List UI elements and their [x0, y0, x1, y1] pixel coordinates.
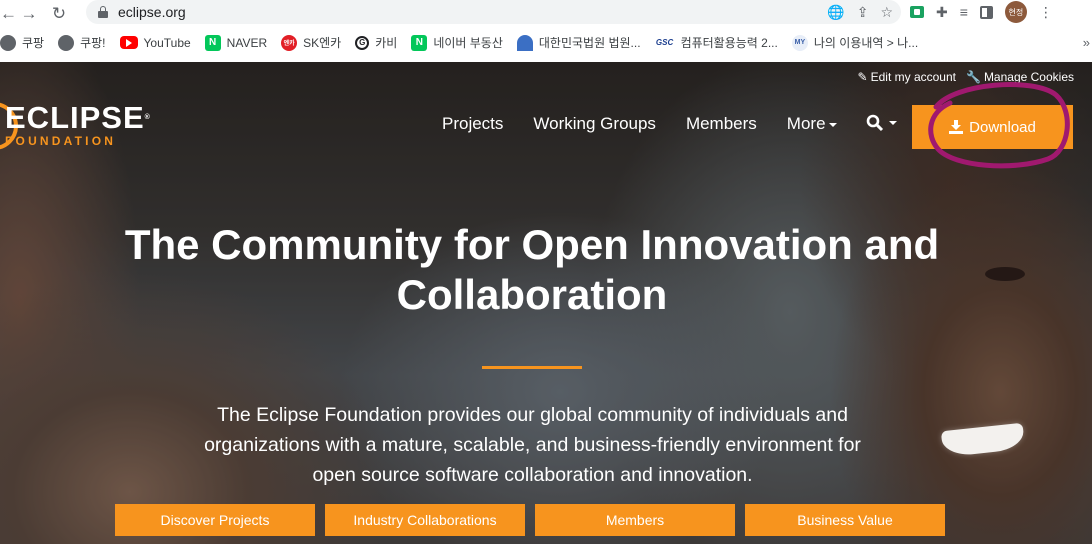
download-button[interactable]: Download [912, 105, 1073, 149]
my-usage-icon: MY [791, 34, 808, 51]
naver-icon: N [411, 34, 428, 51]
side-panel-icon[interactable] [979, 5, 993, 19]
bookmark-item[interactable]: N 네이버 부동산 [411, 34, 503, 51]
extension-green-icon[interactable] [910, 6, 924, 18]
bookmark-item[interactable]: YouTube [119, 36, 191, 50]
eclipse-homepage: ✎ Edit my account 🔧 Manage Cookies ECLIPSE… [0, 62, 1092, 544]
bookmarks-bar: 쿠팡 쿠팡! YouTube N NAVER 엔카 SK엔카 G 카비 N 네이버 부동… [0, 28, 1092, 57]
cta-buttons: Discover Projects Industry Collaboration… [115, 504, 945, 536]
caret-down-icon [889, 121, 897, 125]
globe-icon [58, 34, 75, 51]
bookmark-item[interactable]: 쿠팡 [0, 34, 44, 51]
address-bar[interactable]: eclipse.org 🌐 ⇪ ☆ [86, 0, 901, 24]
search-dropdown[interactable] [866, 114, 897, 132]
discover-projects-button[interactable]: Discover Projects [115, 504, 315, 536]
media-queue-icon[interactable]: ≡ [960, 4, 968, 20]
bookmark-item[interactable]: GSC 컴퓨터활용능력 2... [654, 34, 778, 51]
cavi-icon: G [355, 35, 370, 50]
bookmarks-overflow-icon[interactable]: » [1083, 35, 1090, 50]
nav-more[interactable]: More [787, 114, 837, 134]
lock-icon[interactable] [98, 6, 108, 18]
wrench-icon: 🔧 [965, 70, 981, 84]
court-icon [516, 34, 533, 51]
nav-working-groups[interactable]: Working Groups [533, 114, 656, 134]
nav-projects[interactable]: Projects [442, 114, 503, 134]
search-icon [866, 114, 884, 132]
nav-members[interactable]: Members [686, 114, 757, 134]
download-icon [949, 120, 964, 134]
naver-icon: N [204, 34, 221, 51]
utility-links: ✎ Edit my account 🔧 Manage Cookies [858, 70, 1074, 84]
extensions-puzzle-icon[interactable]: ✚ [936, 4, 948, 21]
edit-account-link[interactable]: ✎ Edit my account [858, 70, 956, 84]
background-photo-detail [940, 422, 1026, 458]
bookmark-item[interactable]: 쿠팡! [58, 34, 106, 51]
url-text[interactable]: eclipse.org [118, 4, 186, 20]
bookmark-star-icon[interactable]: ☆ [880, 4, 893, 21]
bookmark-item[interactable]: 엔카 SK엔카 [281, 34, 341, 51]
reload-icon[interactable]: ↻ [44, 0, 74, 27]
back-arrow-icon[interactable]: ← [0, 0, 17, 27]
manage-cookies-link[interactable]: 🔧 Manage Cookies [966, 70, 1074, 84]
bookmark-item[interactable]: MY 나의 이용내역 > 나... [791, 34, 918, 51]
members-button[interactable]: Members [535, 504, 735, 536]
industry-collaborations-button[interactable]: Industry Collaborations [325, 504, 525, 536]
main-navigation: Projects Working Groups Members More [442, 114, 837, 134]
bookmark-item[interactable]: 대한민국법원 법원... [516, 34, 641, 51]
hero-description: The Eclipse Foundation provides our glob… [204, 404, 861, 486]
hero-title: The Community for Open Innovation and Co… [124, 221, 940, 318]
sk-encar-icon: 엔카 [281, 34, 298, 51]
globe-icon [0, 34, 16, 51]
edit-icon: ✎ [857, 70, 868, 84]
browser-toolbar: ← → ↻ eclipse.org 🌐 ⇪ ☆ ✚ ≡ 현정 ⋮ [0, 0, 1092, 27]
translate-icon[interactable]: 🌐 [827, 4, 844, 21]
hero-divider [482, 366, 582, 369]
forward-arrow-icon[interactable]: → [14, 0, 44, 27]
business-value-button[interactable]: Business Value [745, 504, 945, 536]
kebab-menu-icon[interactable]: ⋮ [1039, 4, 1053, 21]
caret-down-icon [828, 122, 837, 127]
profile-avatar[interactable]: 현정 [1004, 1, 1027, 23]
share-icon[interactable]: ⇪ [857, 4, 869, 21]
eclipse-foundation-logo[interactable]: ECLIPSE® FOUNDATION [0, 102, 151, 150]
gsc-icon: GSC [654, 34, 675, 51]
bookmark-item[interactable]: G 카비 [355, 34, 397, 51]
youtube-icon [119, 36, 138, 49]
bookmark-item[interactable]: N NAVER [204, 34, 267, 51]
